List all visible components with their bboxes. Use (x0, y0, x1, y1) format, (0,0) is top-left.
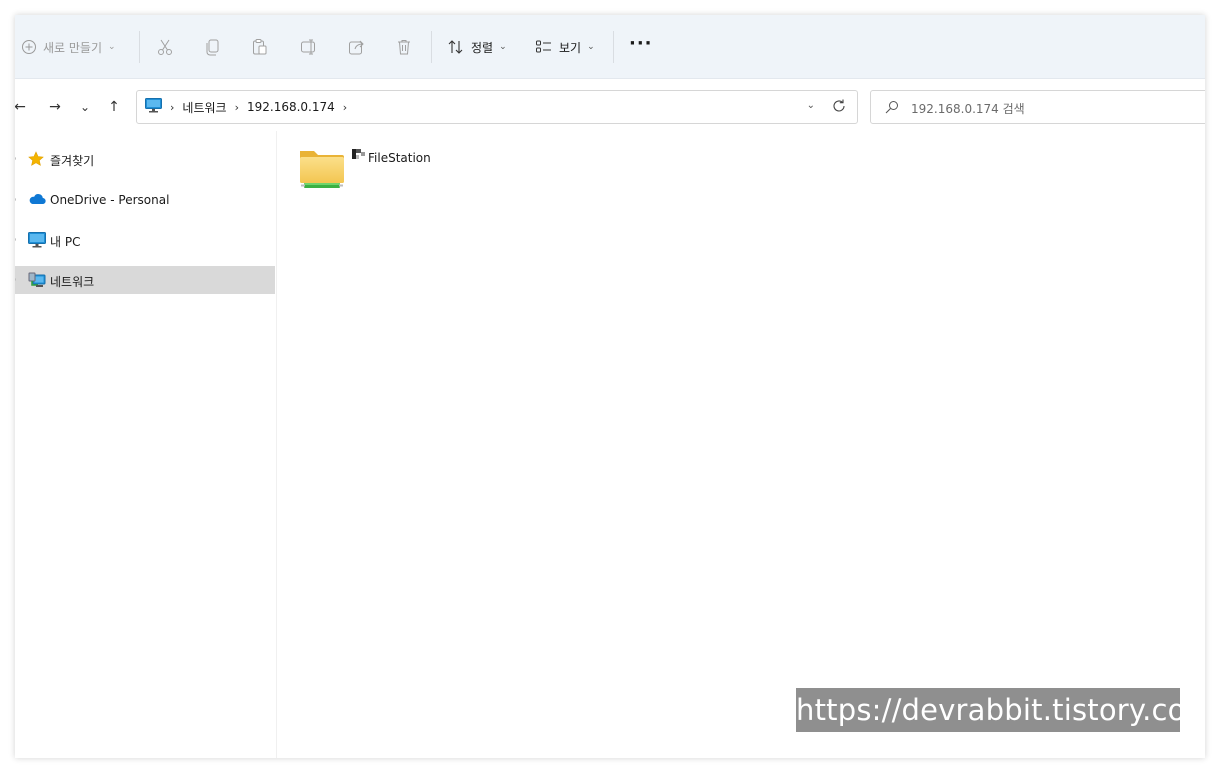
address-history-dropdown-icon[interactable]: ⌄ (807, 100, 815, 111)
divider (613, 31, 614, 63)
chevron-right-icon[interactable]: › (343, 101, 347, 114)
sort-button[interactable]: 정렬 ⌄ (447, 37, 507, 57)
up-button[interactable]: ↑ (103, 97, 125, 117)
cloud-icon (28, 192, 46, 209)
plus-circle-icon (21, 39, 37, 55)
breadcrumb-item-network[interactable]: 네트워크 (182, 99, 226, 116)
network-share-folder-icon (299, 147, 345, 194)
sidebar-item-onedrive[interactable]: OneDrive - Personal (15, 186, 275, 214)
expand-dot[interactable] (15, 278, 16, 281)
paste-icon (252, 38, 268, 56)
view-list-icon (535, 39, 553, 55)
star-icon (28, 151, 44, 170)
navigation-pane: 즐겨찾기 OneDrive - Personal 내 PC 네트워크 (15, 131, 277, 758)
copy-icon (205, 38, 221, 56)
rename-button[interactable] (300, 37, 318, 57)
sort-button-label: 정렬 (471, 40, 494, 55)
scissors-icon (157, 38, 173, 56)
expand-dot[interactable] (15, 198, 16, 201)
trash-icon (396, 38, 412, 56)
forward-button[interactable]: → (44, 97, 66, 117)
share-button[interactable] (348, 37, 366, 57)
chevron-down-icon: ⌄ (499, 42, 507, 52)
more-options-button[interactable]: ··· (629, 35, 653, 57)
watermark-text: https://devrabbit.tistory.com (796, 688, 1205, 732)
sidebar-item-label: 네트워크 (50, 275, 95, 289)
back-button[interactable]: ← (15, 97, 31, 117)
expand-dot[interactable] (15, 157, 16, 160)
sidebar-item-network[interactable]: 네트워크 (15, 266, 275, 294)
breadcrumb: › 네트워크 › 192.168.0.174 › (145, 91, 347, 123)
view-button-label: 보기 (559, 40, 582, 55)
share-icon (348, 38, 366, 56)
delete-button[interactable] (396, 37, 412, 57)
file-explorer-window: 새로 만들기 ⌄ 정렬 ⌄ 보기 ⌄ ··· ← → ⌄ ↑ › 네트워크 › … (15, 15, 1205, 758)
new-button-label: 새로 만들기 (43, 40, 103, 55)
monitor-icon (28, 232, 46, 251)
sort-arrows-icon (447, 39, 465, 55)
chevron-right-icon: › (170, 100, 175, 114)
chevron-down-icon: ⌄ (108, 42, 116, 52)
chevron-down-icon: ⌄ (587, 42, 595, 52)
sidebar-item-label: OneDrive - Personal (50, 193, 170, 207)
cut-button[interactable] (157, 37, 173, 57)
chevron-right-icon: › (234, 100, 239, 114)
paste-button[interactable] (252, 37, 268, 57)
divider (431, 31, 432, 63)
shortcut-badge-icon (352, 149, 366, 164)
monitor-icon (145, 98, 162, 116)
search-input[interactable]: 192.168.0.174 검색 (911, 100, 1025, 117)
address-bar[interactable]: › 네트워크 › 192.168.0.174 › ⌄ (136, 90, 858, 124)
expand-dot[interactable] (15, 238, 16, 241)
search-box[interactable]: 192.168.0.174 검색 (870, 90, 1205, 124)
new-button[interactable]: 새로 만들기 ⌄ (21, 37, 116, 57)
refresh-icon[interactable] (831, 98, 847, 117)
breadcrumb-item-host[interactable]: 192.168.0.174 (247, 100, 335, 114)
sidebar-item-label: 즐겨찾기 (50, 154, 95, 168)
search-icon (885, 100, 899, 117)
sidebar-item-this-pc[interactable]: 내 PC (15, 226, 275, 254)
file-item-filestation[interactable]: FileStation (297, 145, 457, 195)
sidebar-item-label: 내 PC (50, 235, 81, 249)
rename-icon (300, 38, 318, 56)
copy-button[interactable] (205, 37, 221, 57)
recent-locations-button[interactable]: ⌄ (74, 97, 96, 117)
command-bar: 새로 만들기 ⌄ 정렬 ⌄ 보기 ⌄ ··· (15, 15, 1205, 79)
view-button[interactable]: 보기 ⌄ (535, 37, 595, 57)
divider (139, 31, 140, 63)
sidebar-item-favorites[interactable]: 즐겨찾기 (15, 145, 275, 173)
file-item-label: FileStation (368, 151, 431, 165)
network-icon (28, 272, 46, 291)
